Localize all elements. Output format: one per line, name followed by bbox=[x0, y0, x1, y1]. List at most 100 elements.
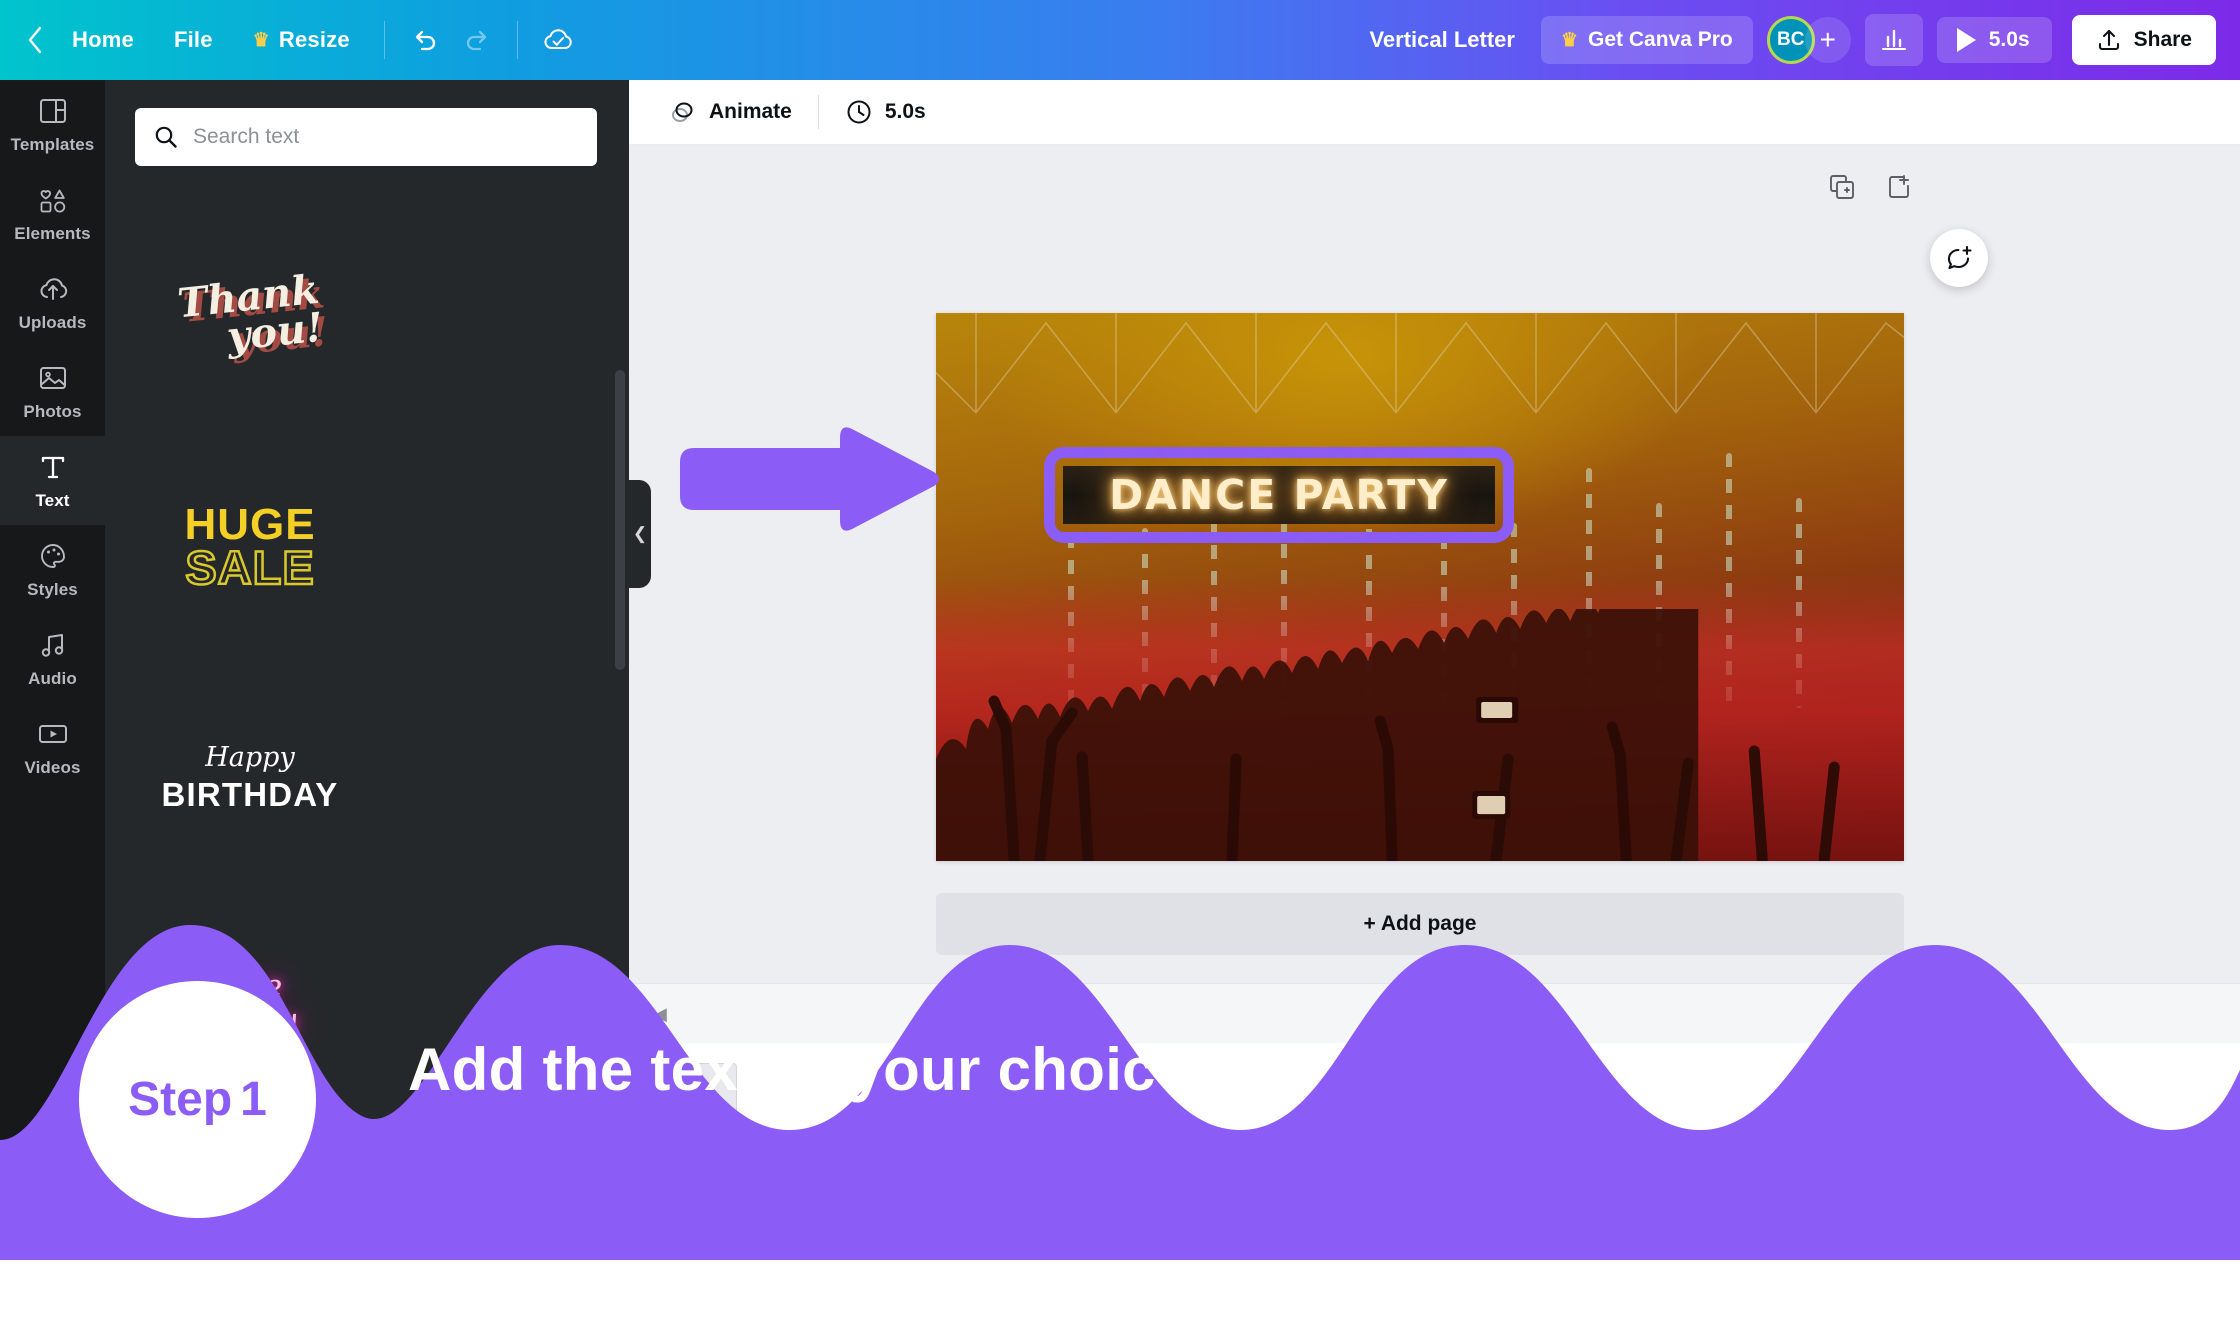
get-canva-pro-button[interactable]: ♛ Get Canva Pro bbox=[1540, 16, 1753, 64]
play-icon bbox=[1956, 28, 1976, 52]
animate-label: Animate bbox=[709, 100, 792, 123]
sidebar-item-label: Audio bbox=[28, 669, 77, 688]
search-input[interactable]: Search text bbox=[135, 108, 597, 166]
template-preview: HUGE SALE bbox=[184, 499, 316, 594]
present-button[interactable]: 5.0s bbox=[1936, 17, 2052, 63]
template-line-1: Happy bbox=[205, 741, 295, 773]
toolbar-divider-2 bbox=[516, 21, 518, 59]
add-comment-button[interactable] bbox=[1930, 229, 1988, 287]
sidebar-item-photos[interactable]: Photos bbox=[0, 347, 105, 436]
template-preview: Thank you! bbox=[175, 265, 326, 360]
step-number: 1 bbox=[240, 1073, 267, 1126]
sidebar-item-label: Videos bbox=[24, 758, 81, 777]
duplicate-page-icon bbox=[1830, 175, 1854, 199]
annotation-arrow bbox=[680, 427, 939, 531]
step-badge: Step 1 bbox=[79, 981, 316, 1218]
template-line-2: BIRTHDAY bbox=[161, 775, 339, 813]
undo-icon bbox=[415, 30, 435, 51]
template-line-1: HUGE bbox=[184, 499, 316, 549]
photos-icon bbox=[38, 361, 68, 395]
animate-icon bbox=[672, 102, 693, 122]
animate-button[interactable]: Animate bbox=[653, 88, 806, 136]
bottom-band bbox=[0, 1153, 2240, 1260]
search-wrapper: Search text bbox=[135, 108, 597, 166]
design-page[interactable]: DANCE PARTY bbox=[936, 313, 1904, 861]
top-bar: Home File ♛ Resize Vertical Letter ♛ Get… bbox=[0, 0, 2240, 80]
step-badge-text: Step 1 bbox=[128, 1072, 267, 1127]
sidebar-item-elements[interactable]: Elements bbox=[0, 169, 105, 258]
collaborators: BC + bbox=[1766, 16, 1851, 64]
crown-icon: ♛ bbox=[252, 29, 270, 51]
template-line-2: you! bbox=[224, 303, 326, 360]
toolbar-divider bbox=[383, 21, 385, 59]
sidebar-item-label: Elements bbox=[14, 224, 91, 243]
share-label: Share bbox=[2133, 28, 2192, 51]
crowd-silhouette bbox=[936, 608, 1840, 861]
text-template-huge-sale[interactable]: HUGE SALE bbox=[135, 431, 365, 662]
search-icon bbox=[155, 126, 177, 148]
sidebar-item-label: Templates bbox=[10, 135, 95, 154]
add-comment-icon bbox=[1947, 245, 1972, 270]
add-page-icon bbox=[1889, 175, 1909, 198]
audio-icon bbox=[38, 628, 68, 662]
sidebar-item-uploads[interactable]: Uploads bbox=[0, 258, 105, 347]
text-template-thank-you[interactable]: Thank you! bbox=[135, 200, 365, 431]
cloud-saved-icon bbox=[544, 29, 572, 49]
duplicate-page-button[interactable] bbox=[1825, 170, 1859, 204]
sidebar-item-audio[interactable]: Audio bbox=[0, 614, 105, 703]
bar-chart-icon bbox=[1881, 29, 1906, 50]
cloud-save-status[interactable] bbox=[532, 14, 584, 66]
videos-icon bbox=[37, 717, 69, 751]
element-toolbar: Animate 5.0s bbox=[629, 80, 2240, 145]
sidebar-item-text[interactable]: Text bbox=[0, 436, 105, 525]
templates-icon bbox=[38, 94, 68, 128]
sidebar-item-label: Photos bbox=[23, 402, 82, 421]
sidebar-item-videos[interactable]: Videos bbox=[0, 703, 105, 792]
document-title[interactable]: Vertical Letter bbox=[1343, 27, 1541, 53]
search-placeholder: Search text bbox=[193, 125, 300, 148]
text-element-content: DANCE PARTY bbox=[1109, 471, 1449, 519]
resize-label: Resize bbox=[278, 27, 350, 52]
duration-button[interactable]: 5.0s bbox=[831, 89, 940, 135]
sidebar-item-label: Uploads bbox=[18, 313, 87, 332]
invite-members-button[interactable]: + bbox=[1804, 17, 1851, 63]
step-prefix: Step bbox=[128, 1073, 233, 1126]
resize-button[interactable]: ♛ Resize bbox=[233, 17, 370, 63]
chevron-left-icon: ❮ bbox=[632, 524, 648, 543]
upload-icon bbox=[2098, 29, 2119, 51]
share-button[interactable]: Share bbox=[2071, 15, 2216, 65]
instruction-caption: Add the text of your choice. bbox=[408, 1036, 1207, 1103]
sidebar-item-templates[interactable]: Templates bbox=[0, 80, 105, 169]
redo-icon bbox=[466, 30, 486, 51]
back-button[interactable] bbox=[18, 23, 52, 57]
insights-button[interactable] bbox=[1864, 14, 1923, 66]
text-element-background: DANCE PARTY bbox=[1063, 466, 1495, 524]
sidebar-item-styles[interactable]: Styles bbox=[0, 525, 105, 614]
sidebar-item-label: Text bbox=[35, 491, 70, 510]
page-tools bbox=[1825, 170, 1917, 204]
present-duration: 5.0s bbox=[1988, 28, 2030, 51]
add-page-button[interactable] bbox=[1883, 170, 1917, 204]
styles-icon bbox=[38, 539, 68, 573]
clock-icon bbox=[847, 100, 871, 124]
chevron-left-icon bbox=[28, 26, 42, 54]
selected-text-element[interactable]: DANCE PARTY bbox=[1044, 447, 1514, 543]
top-bar-left: Home File ♛ Resize bbox=[0, 0, 584, 80]
sidebar-item-label: Styles bbox=[27, 580, 78, 599]
template-line-2: SALE bbox=[184, 540, 315, 594]
toolbar-divider bbox=[817, 95, 819, 129]
redo-button[interactable] bbox=[451, 14, 503, 66]
crown-icon: ♛ bbox=[1560, 29, 1579, 51]
template-preview: Happy BIRTHDAY bbox=[161, 742, 338, 814]
uploads-icon bbox=[37, 272, 69, 306]
top-bar-right: Vertical Letter ♛ Get Canva Pro BC + 5.0… bbox=[1343, 0, 2240, 80]
elements-icon bbox=[38, 183, 68, 217]
home-menu[interactable]: Home bbox=[52, 17, 154, 63]
panel-scrollbar[interactable] bbox=[615, 370, 625, 670]
duration-label: 5.0s bbox=[884, 100, 926, 123]
panel-collapse-handle[interactable]: ❮ bbox=[629, 480, 651, 588]
file-menu[interactable]: File bbox=[154, 17, 233, 63]
get-canva-pro-label: Get Canva Pro bbox=[1588, 28, 1733, 51]
text-icon bbox=[38, 450, 68, 484]
undo-button[interactable] bbox=[399, 14, 451, 66]
